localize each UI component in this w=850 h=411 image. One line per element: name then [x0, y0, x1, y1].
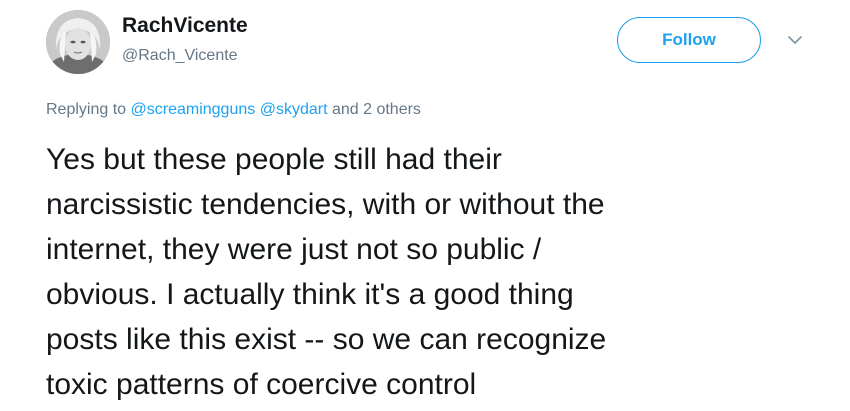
tweet-text-line: Yes but these people still had their: [46, 143, 502, 176]
author-display-name[interactable]: RachVicente: [122, 13, 248, 39]
chevron-down-icon[interactable]: [787, 33, 803, 45]
avatar[interactable]: [46, 10, 110, 74]
tweet-text-line: posts like this exist -- so we can recog…: [46, 323, 607, 356]
mention-link[interactable]: @skydart: [260, 101, 328, 118]
others-link[interactable]: and 2 others: [332, 101, 421, 118]
tweet-text: Yes but these people still had their nar…: [46, 137, 836, 407]
tweet-text-line: internet, they were just not so public /: [46, 233, 542, 266]
tweet-text-line: obvious. I actually think it's a good th…: [46, 278, 574, 311]
replying-to-label: Replying to: [46, 101, 127, 118]
tweet-text-line: toxic patterns of coercive control: [46, 368, 477, 401]
follow-button[interactable]: Follow: [617, 17, 761, 63]
mention-link[interactable]: @screamingguns: [131, 101, 256, 118]
tweet-text-line: narcissistic tendencies, with or without…: [46, 188, 605, 221]
replying-to-line: Replying to @screamingguns @skydart and …: [46, 100, 421, 120]
author-handle[interactable]: @Rach_Vicente: [122, 46, 238, 66]
